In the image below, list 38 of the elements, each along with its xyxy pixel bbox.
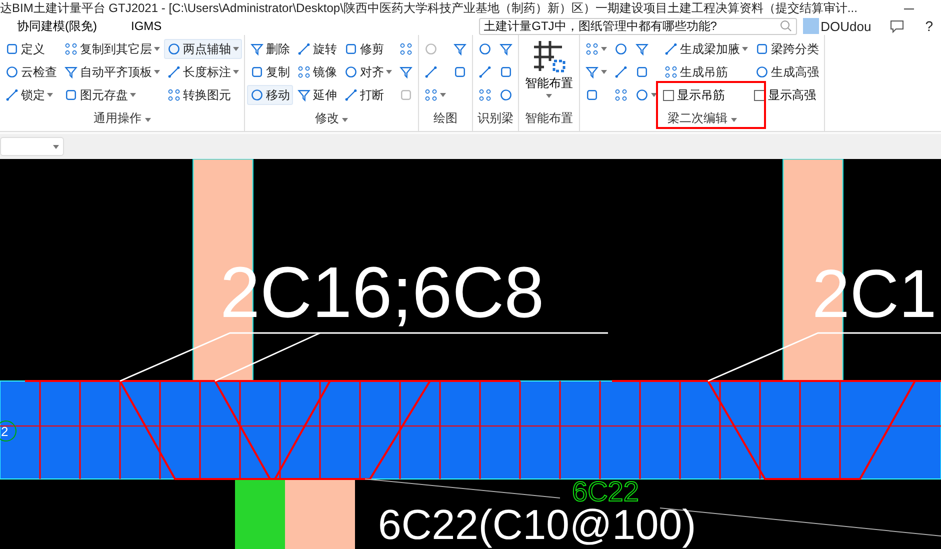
ribbon-button[interactable]: 旋转 xyxy=(294,39,340,59)
ribbon-button[interactable]: 修剪 xyxy=(341,39,395,59)
ribbon-button[interactable]: 图元存盘 xyxy=(61,85,163,105)
ribbon-button[interactable]: 生成吊筋 xyxy=(661,62,751,82)
menu-tab[interactable]: IGMS xyxy=(114,19,179,33)
user-name[interactable]: DOUdou xyxy=(820,18,872,34)
ribbon-button[interactable]: 转换图元 xyxy=(164,85,242,105)
ribbon-button[interactable]: 对齐 xyxy=(341,62,395,82)
ribbon-button[interactable]: 两点辅轴 xyxy=(164,39,242,59)
ribbon-button[interactable]: 定义 xyxy=(2,39,60,59)
ribbon-button[interactable]: 长度标注 xyxy=(164,62,242,82)
ribbon-button[interactable]: 云检查 xyxy=(2,62,60,82)
menu-tab[interactable]: 协同建模(限免) xyxy=(0,18,114,34)
checkbox[interactable]: 显示高强 xyxy=(752,85,822,105)
ribbon-button[interactable]: 生成高强 xyxy=(752,62,822,82)
ribbon-button[interactable]: 移动 xyxy=(247,85,293,105)
ribbon-button[interactable]: 复制 xyxy=(247,62,293,82)
ribbon-button[interactable]: 锁定 xyxy=(2,85,60,105)
large-button[interactable]: 智能布置 xyxy=(521,39,577,105)
checkbox[interactable]: 显示吊筋 xyxy=(661,85,751,105)
group-label[interactable]: 梁二次编辑 xyxy=(582,110,822,131)
group-label[interactable]: 通用操作 xyxy=(2,110,242,131)
window-title: 达BIM土建计量平台 GTJ2021 - [C:\Users\Administrator\Desktop\陕西中医药大学科技产业基地（制药）新）区）一期建设项目土建工程决算资料（提交结算审计... xyxy=(0,0,858,17)
search-field[interactable]: 土建计量GTJ中，图纸管理中都有哪些功能? xyxy=(478,18,797,34)
group-label[interactable]: 智能布置 xyxy=(521,110,577,131)
ribbon-button[interactable]: 删除 xyxy=(247,39,293,59)
ribbon-button[interactable]: 镜像 xyxy=(294,62,340,82)
group-label[interactable]: 识别梁 xyxy=(475,110,516,131)
axis-marker: 2 xyxy=(1,424,8,439)
group-label[interactable]: 修改 xyxy=(247,110,416,131)
group-label[interactable]: 绘图 xyxy=(421,110,470,131)
ribbon-button[interactable]: 自动平齐顶板 xyxy=(61,62,163,82)
help-button[interactable]: ? xyxy=(925,18,933,34)
ribbon-button[interactable]: 梁跨分类 xyxy=(752,39,822,59)
ribbon-button[interactable]: 延伸 xyxy=(294,85,340,105)
ribbon-button[interactable]: 生成梁加腋 xyxy=(661,39,751,59)
ribbon-button[interactable]: 打断 xyxy=(341,85,395,105)
ribbon-button[interactable]: 复制到其它层 xyxy=(61,39,163,59)
